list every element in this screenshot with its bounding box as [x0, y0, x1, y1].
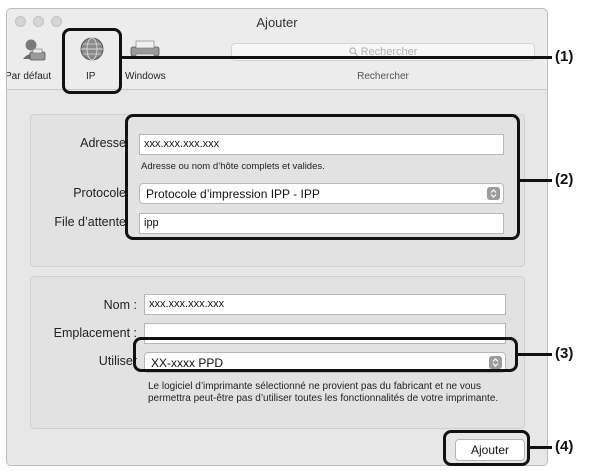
- callout-box-3: [133, 337, 518, 372]
- queue-label: File d’attente: [54, 215, 126, 229]
- callout-leader-1: [121, 56, 552, 59]
- callout-box-1: [62, 28, 122, 94]
- address-label: Adresse: [80, 136, 126, 150]
- driver-warning-text: Le logiciel d’imprimante sélectionné ne …: [148, 381, 499, 404]
- toolbar-windows-tab[interactable]: Windows: [119, 33, 174, 89]
- toolbar-windows-label: Windows: [125, 71, 166, 82]
- toolbar-default-tab[interactable]: Par défaut: [7, 33, 59, 89]
- location-label: Emplacement :: [53, 326, 137, 340]
- protocol-label: Protocole: [73, 186, 126, 200]
- callout-leader-4: [529, 446, 552, 449]
- callout-label-2: (2): [555, 171, 574, 188]
- callout-leader-2: [519, 179, 552, 182]
- default-printer-icon: [21, 37, 47, 68]
- search-caption: Rechercher: [357, 71, 409, 82]
- windows-printer-icon: [129, 38, 161, 65]
- callout-box-4: [443, 430, 530, 466]
- toolbar-default-label: Par défaut: [6, 71, 52, 82]
- callout-label-3: (3): [555, 345, 574, 362]
- name-label: Nom :: [103, 298, 137, 312]
- callout-label-1: (1): [555, 48, 574, 65]
- callout-leader-3: [517, 353, 552, 356]
- callout-box-2: [125, 114, 520, 240]
- use-label: Utiliser: [98, 354, 137, 368]
- name-field[interactable]: xxx.xxx.xxx.xxx: [144, 294, 506, 315]
- callout-label-4: (4): [555, 438, 574, 455]
